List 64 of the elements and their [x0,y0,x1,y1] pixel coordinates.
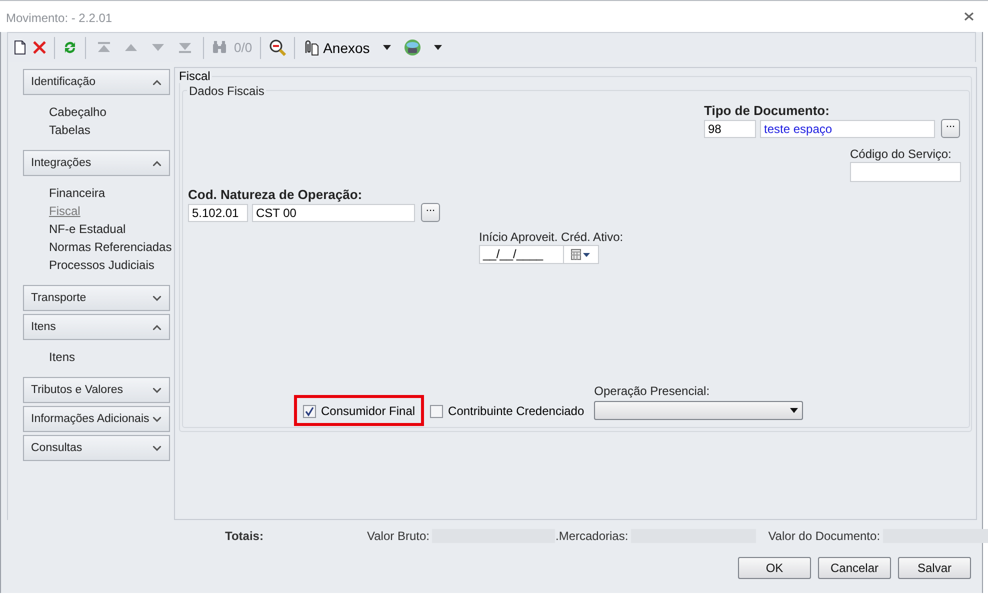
globe-icon[interactable] [404,39,421,56]
section-header[interactable]: Transporte [23,285,170,311]
chevron-icon [153,416,161,422]
section-header[interactable]: Informações Adicionais [23,406,170,432]
sql-search-icon[interactable] [269,39,286,56]
nav-link[interactable]: Cabeçalho [49,105,106,120]
chevron-icon [153,80,161,84]
totals-label: Totais: [225,529,264,543]
lookup-button[interactable]: ... [941,119,960,138]
dialog-button[interactable]: Cancelar [818,557,891,579]
nav-link[interactable]: Financeira [49,186,106,201]
paperclip-icon [303,39,320,56]
record-counter: 0/0 [234,40,252,55]
field-label: Início Aproveit. Créd. Ativo: [479,230,624,244]
total-label: Valor Bruto: [367,529,430,543]
caret-icon[interactable] [382,45,391,50]
check-icon [304,406,315,416]
nav-link[interactable]: Fiscal [49,204,80,219]
chevron-icon [153,324,161,330]
field-label: Cod. Natureza de Operação: [188,188,362,202]
input-field[interactable] [850,162,961,182]
section-header[interactable]: Integrações [23,150,170,176]
nav-link[interactable]: Processos Judiciais [49,258,154,273]
date-field[interactable]: __/__/____ [479,245,564,264]
section-title: Fiscal [179,69,212,83]
calendar-icon [571,249,581,260]
field-label: Tipo de Documento: [704,104,830,118]
nav-link[interactable]: Tabelas [49,123,90,138]
refresh-icon[interactable] [63,40,77,55]
field-label: Operação Presencial: [594,384,710,398]
delete-icon[interactable] [33,41,46,54]
nav-link[interactable]: Itens [49,350,76,365]
total-label: .Mercadorias: [555,529,628,543]
checkbox[interactable]: Consumidor Final [294,395,424,426]
new-document-icon[interactable] [14,40,26,55]
section-header[interactable]: Consultas [23,435,170,461]
section-header[interactable]: Itens [23,314,170,340]
chevron-icon [153,160,161,166]
nav-link[interactable]: Normas Referenciadas [49,240,172,255]
section-header[interactable]: Identificação [23,69,170,95]
field-label: Código do Serviço: [850,147,952,161]
input-field[interactable]: 5.102.01 [188,204,248,222]
chevron-icon [153,446,161,450]
dropdown-field[interactable] [594,401,804,420]
input-field[interactable]: teste espaço [760,120,935,138]
input-field[interactable]: CST 00 [252,204,415,222]
caret-icon [790,408,798,413]
chevron-icon [153,296,161,300]
dialog-button[interactable]: OK [738,557,811,579]
total-label: Valor do Documento: [768,529,880,543]
group-title: Dados Fiscais [187,84,266,98]
binoculars-icon[interactable] [212,41,227,54]
close-icon[interactable] [964,12,974,21]
calendar-button[interactable] [564,245,599,264]
attachments-button[interactable]: Anexos [303,39,370,56]
lookup-button[interactable]: ... [421,203,440,222]
nav-link[interactable]: NF-e Estadual [49,222,126,237]
input-field[interactable]: 98 [704,120,756,138]
caret-icon [583,252,590,256]
section-header[interactable]: Tributos e Valores [23,377,170,403]
chevron-icon [153,388,161,392]
window-title: Movimento: - 2.2.01 [6,10,112,24]
dialog-button[interactable]: Salvar [898,557,971,579]
caret-icon[interactable] [434,45,442,50]
